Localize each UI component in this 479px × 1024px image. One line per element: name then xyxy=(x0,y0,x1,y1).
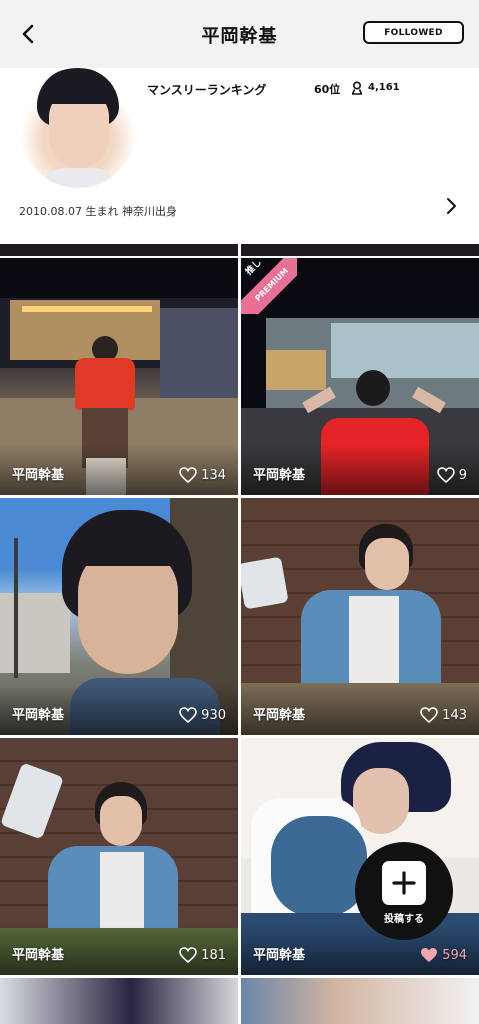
followed-button[interactable]: FOLLOWED xyxy=(363,21,464,44)
like-count-value: 594 xyxy=(442,947,467,963)
header-bar: 平岡幹基 FOLLOWED xyxy=(0,0,479,68)
post-create-label: 投稿する xyxy=(384,914,424,925)
post-tile[interactable]: 平岡幹基 594 xyxy=(241,738,479,975)
like-count[interactable]: 143 xyxy=(420,707,467,723)
ranking-position: 60位 xyxy=(314,83,341,96)
like-count-value: 9 xyxy=(458,467,467,483)
post-tile[interactable] xyxy=(0,978,238,1024)
post-tile[interactable]: 平岡幹基 134 xyxy=(0,258,238,495)
post-tile[interactable] xyxy=(241,978,479,1024)
heart-icon xyxy=(179,947,197,963)
post-author: 平岡幹基 xyxy=(253,468,306,483)
post-author: 平岡幹基 xyxy=(253,708,306,723)
profile-section: マンスリーランキング 60位 4,161 2010.08.07 生まれ 神奈川出… xyxy=(0,68,479,244)
plus-icon xyxy=(382,861,426,905)
heart-icon xyxy=(420,707,438,723)
post-author: 平岡幹基 xyxy=(12,708,65,723)
like-count[interactable]: 594 xyxy=(420,947,467,963)
like-count[interactable]: 9 xyxy=(436,467,467,483)
post-create-button[interactable]: 投稿する xyxy=(355,842,453,940)
post-author: 平岡幹基 xyxy=(12,948,65,963)
like-count-value: 930 xyxy=(201,707,226,723)
ranking-user-icon xyxy=(351,81,363,95)
avatar xyxy=(19,68,137,188)
like-count[interactable]: 134 xyxy=(179,467,226,483)
post-tile[interactable]: 平岡幹基 181 xyxy=(0,738,238,975)
ranking-count: 4,161 xyxy=(368,82,400,93)
chevron-right-icon[interactable] xyxy=(440,195,462,217)
premium-badge: PREMIUM 推し xyxy=(241,258,297,314)
like-count-value: 134 xyxy=(201,467,226,483)
ranking-label: マンスリーランキング xyxy=(147,83,267,97)
heart-icon xyxy=(179,467,197,483)
post-author: 平岡幹基 xyxy=(253,948,306,963)
post-tile[interactable]: 平岡幹基 930 xyxy=(0,498,238,735)
heart-icon xyxy=(179,707,197,723)
birth-info: 2010.08.07 生まれ 神奈川出身 xyxy=(19,205,177,218)
premium-tag: 推し xyxy=(244,258,264,278)
post-tile[interactable]: PREMIUM 推し 平岡幹基 9 xyxy=(241,258,479,495)
post-author: 平岡幹基 xyxy=(12,468,65,483)
heart-filled-icon xyxy=(421,948,438,962)
post-tile[interactable]: 平岡幹基 143 xyxy=(241,498,479,735)
heart-icon xyxy=(436,467,455,483)
grid-row-top-edge xyxy=(241,244,479,256)
grid-row-top-edge xyxy=(0,244,238,256)
like-count-value: 181 xyxy=(201,947,226,963)
like-count-value: 143 xyxy=(442,707,467,723)
like-count[interactable]: 930 xyxy=(179,707,226,723)
like-count[interactable]: 181 xyxy=(179,947,226,963)
